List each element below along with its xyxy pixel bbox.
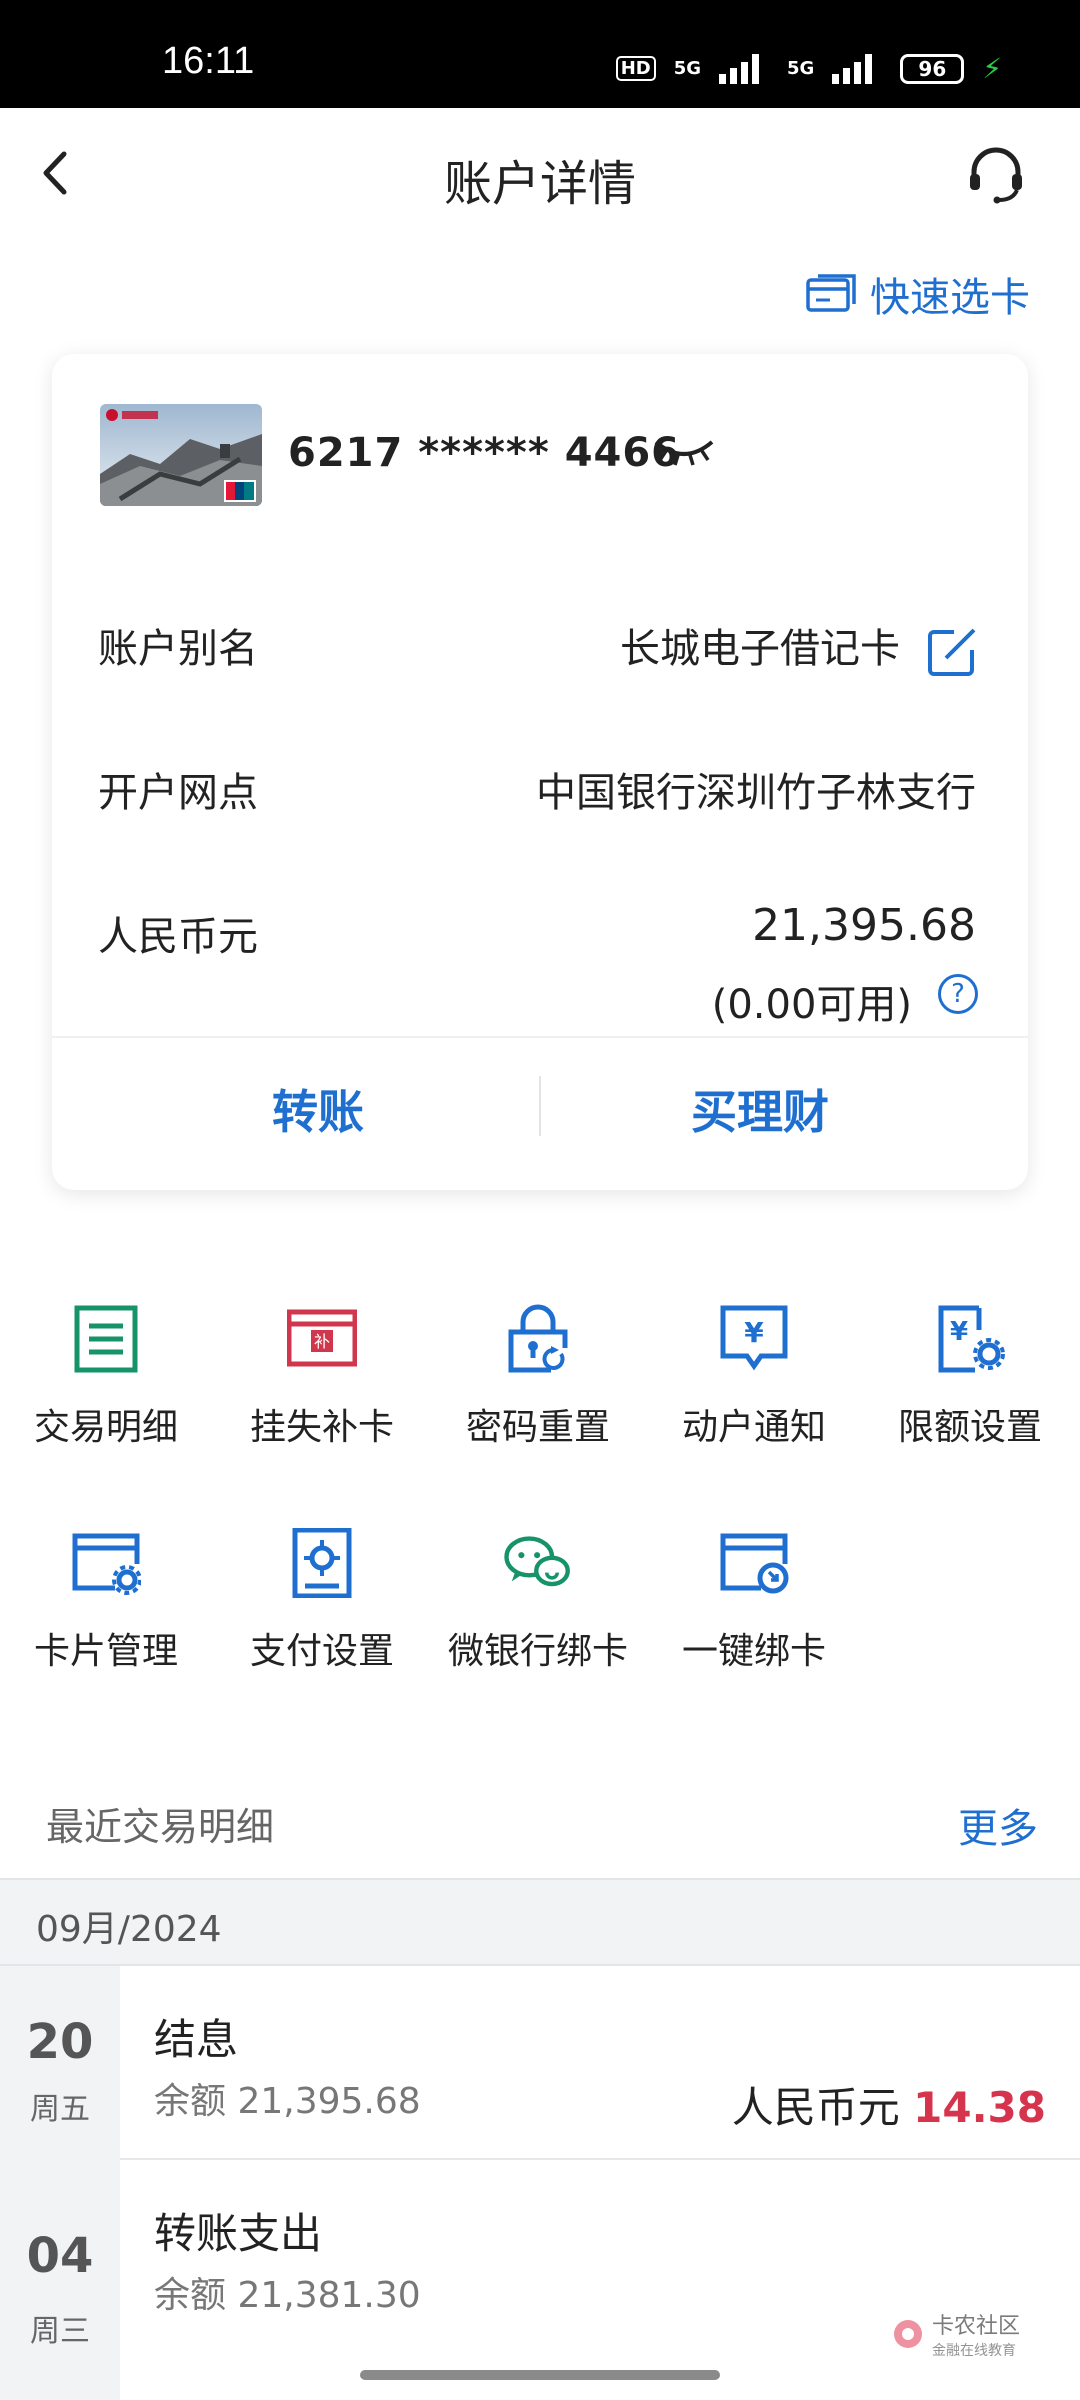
tx-divider [120, 2158, 1080, 2160]
recent-transactions-title: 最近交易明细 [46, 1805, 275, 1849]
tx-day: 20 [26, 2014, 94, 2070]
func-payment-settings[interactable]: 支付设置 [222, 1527, 422, 1674]
func-label: 一键绑卡 [681, 1631, 826, 1672]
currency-label: 人民币元 [98, 914, 258, 960]
watermark-logo-icon [893, 2320, 922, 2348]
func-label: 交易明细 [33, 1407, 178, 1448]
func-report-loss[interactable]: 补 挂失补卡 [222, 1304, 422, 1450]
action-divider [539, 1076, 541, 1136]
top-nav-bar: 账户详情 [0, 108, 1080, 238]
func-label: 支付设置 [249, 1631, 394, 1672]
func-limit-settings[interactable]: ¥ 限额设置 [870, 1304, 1070, 1450]
tx-amount: 人民币元 14.38 [732, 2074, 1046, 2135]
tx-weekday: 周三 [30, 2314, 90, 2349]
yuan-notice-icon: ¥ [720, 1305, 788, 1371]
watermark-brand: 卡农社区 [931, 2314, 1020, 2339]
tx-currency: 人民币元 [731, 2083, 900, 2132]
help-icon[interactable]: ? [938, 974, 978, 1014]
func-password-reset[interactable]: 密码重置 [438, 1304, 638, 1450]
func-label: 挂失补卡 [249, 1407, 394, 1448]
buy-wealth-button[interactable]: 买理财 [560, 1076, 960, 1142]
card-bind-icon [720, 1533, 789, 1594]
func-transaction-details[interactable]: 交易明细 [6, 1304, 206, 1450]
card-divider [52, 1036, 1028, 1038]
wechat-bind-icon [504, 1536, 570, 1587]
branch-label: 开户网点 [98, 770, 258, 816]
eye-closed-icon[interactable] [652, 432, 716, 472]
tx-balance: 余额 21,395.68 [154, 2081, 421, 2122]
network-type-label: 5G [673, 58, 702, 79]
alias-value: 长城电子借记卡 [620, 626, 900, 672]
more-link[interactable]: 更多 [958, 1796, 1038, 1854]
func-one-click-bind[interactable]: 一键绑卡 [654, 1528, 854, 1674]
yuan-settings-icon: ¥ [938, 1305, 1005, 1373]
signal-icon-2 [832, 53, 882, 84]
safe-icon [292, 1527, 352, 1599]
watermark: 卡农社区 金融在线教育 [892, 2308, 1020, 2360]
headset-icon[interactable] [964, 142, 1028, 206]
svg-text:¥: ¥ [950, 1317, 968, 1347]
tx-weekday: 周五 [30, 2092, 90, 2127]
home-indicator[interactable] [360, 2370, 720, 2380]
func-label: 密码重置 [465, 1407, 610, 1448]
func-card-management[interactable]: 卡片管理 [6, 1528, 206, 1674]
bank-card-thumbnail[interactable] [100, 404, 262, 506]
tx-title[interactable]: 结息 [154, 2006, 238, 2067]
watermark-tagline: 金融在线教育 [931, 2343, 1016, 2359]
edit-icon[interactable] [924, 624, 980, 680]
hd-voice-icon: HD [615, 56, 656, 81]
branch-value: 中国银行深圳竹子林支行 [536, 770, 976, 816]
card-replace-icon: 补 [286, 1309, 358, 1367]
page-title: 账户详情 [443, 156, 636, 212]
list-doc-icon [74, 1305, 138, 1373]
month-label: 09月/2024 [36, 1909, 222, 1950]
card-switch-icon [806, 274, 856, 312]
tx-title[interactable]: 转账支出 [154, 2200, 322, 2261]
status-time: 16:11 [162, 40, 255, 82]
charging-icon: ⚡ [982, 52, 1002, 85]
quick-select-label: 快速选卡 [870, 275, 1030, 321]
transfer-button[interactable]: 转账 [118, 1076, 518, 1142]
tx-amount-value: 14.38 [913, 2083, 1046, 2132]
func-wechat-bind[interactable]: 微银行绑卡 [438, 1528, 638, 1674]
svg-text:补: 补 [314, 1332, 330, 1351]
alias-label: 账户别名 [98, 626, 258, 672]
battery-icon: 96 [900, 53, 965, 84]
lock-reset-icon [508, 1304, 568, 1373]
status-icons: HD 5G 5G 96 ⚡ [615, 52, 1002, 85]
available-balance: (0.00可用) [711, 982, 912, 1028]
tx-balance: 余额 21,381.30 [154, 2275, 421, 2316]
func-label: 微银行绑卡 [447, 1631, 628, 1672]
card-number: 6217 ****** 4466 [288, 430, 681, 476]
func-label: 卡片管理 [33, 1631, 178, 1672]
card-gear-icon [72, 1533, 142, 1595]
signal-icon [719, 53, 769, 84]
balance-value: 21,395.68 [752, 900, 976, 951]
quick-select-card-button[interactable]: 快速选卡 [806, 265, 1030, 323]
tx-day: 04 [26, 2228, 94, 2284]
network-type-label-2: 5G [787, 58, 815, 79]
month-header: 09月/2024 [0, 1878, 1080, 1966]
func-label: 限额设置 [897, 1407, 1042, 1448]
func-account-notice[interactable]: ¥ 动户通知 [654, 1304, 854, 1450]
status-bar: 16:11 HD 5G 5G 96 ⚡ [0, 0, 1080, 108]
func-label: 动户通知 [681, 1407, 826, 1448]
svg-text:¥: ¥ [744, 1316, 764, 1349]
